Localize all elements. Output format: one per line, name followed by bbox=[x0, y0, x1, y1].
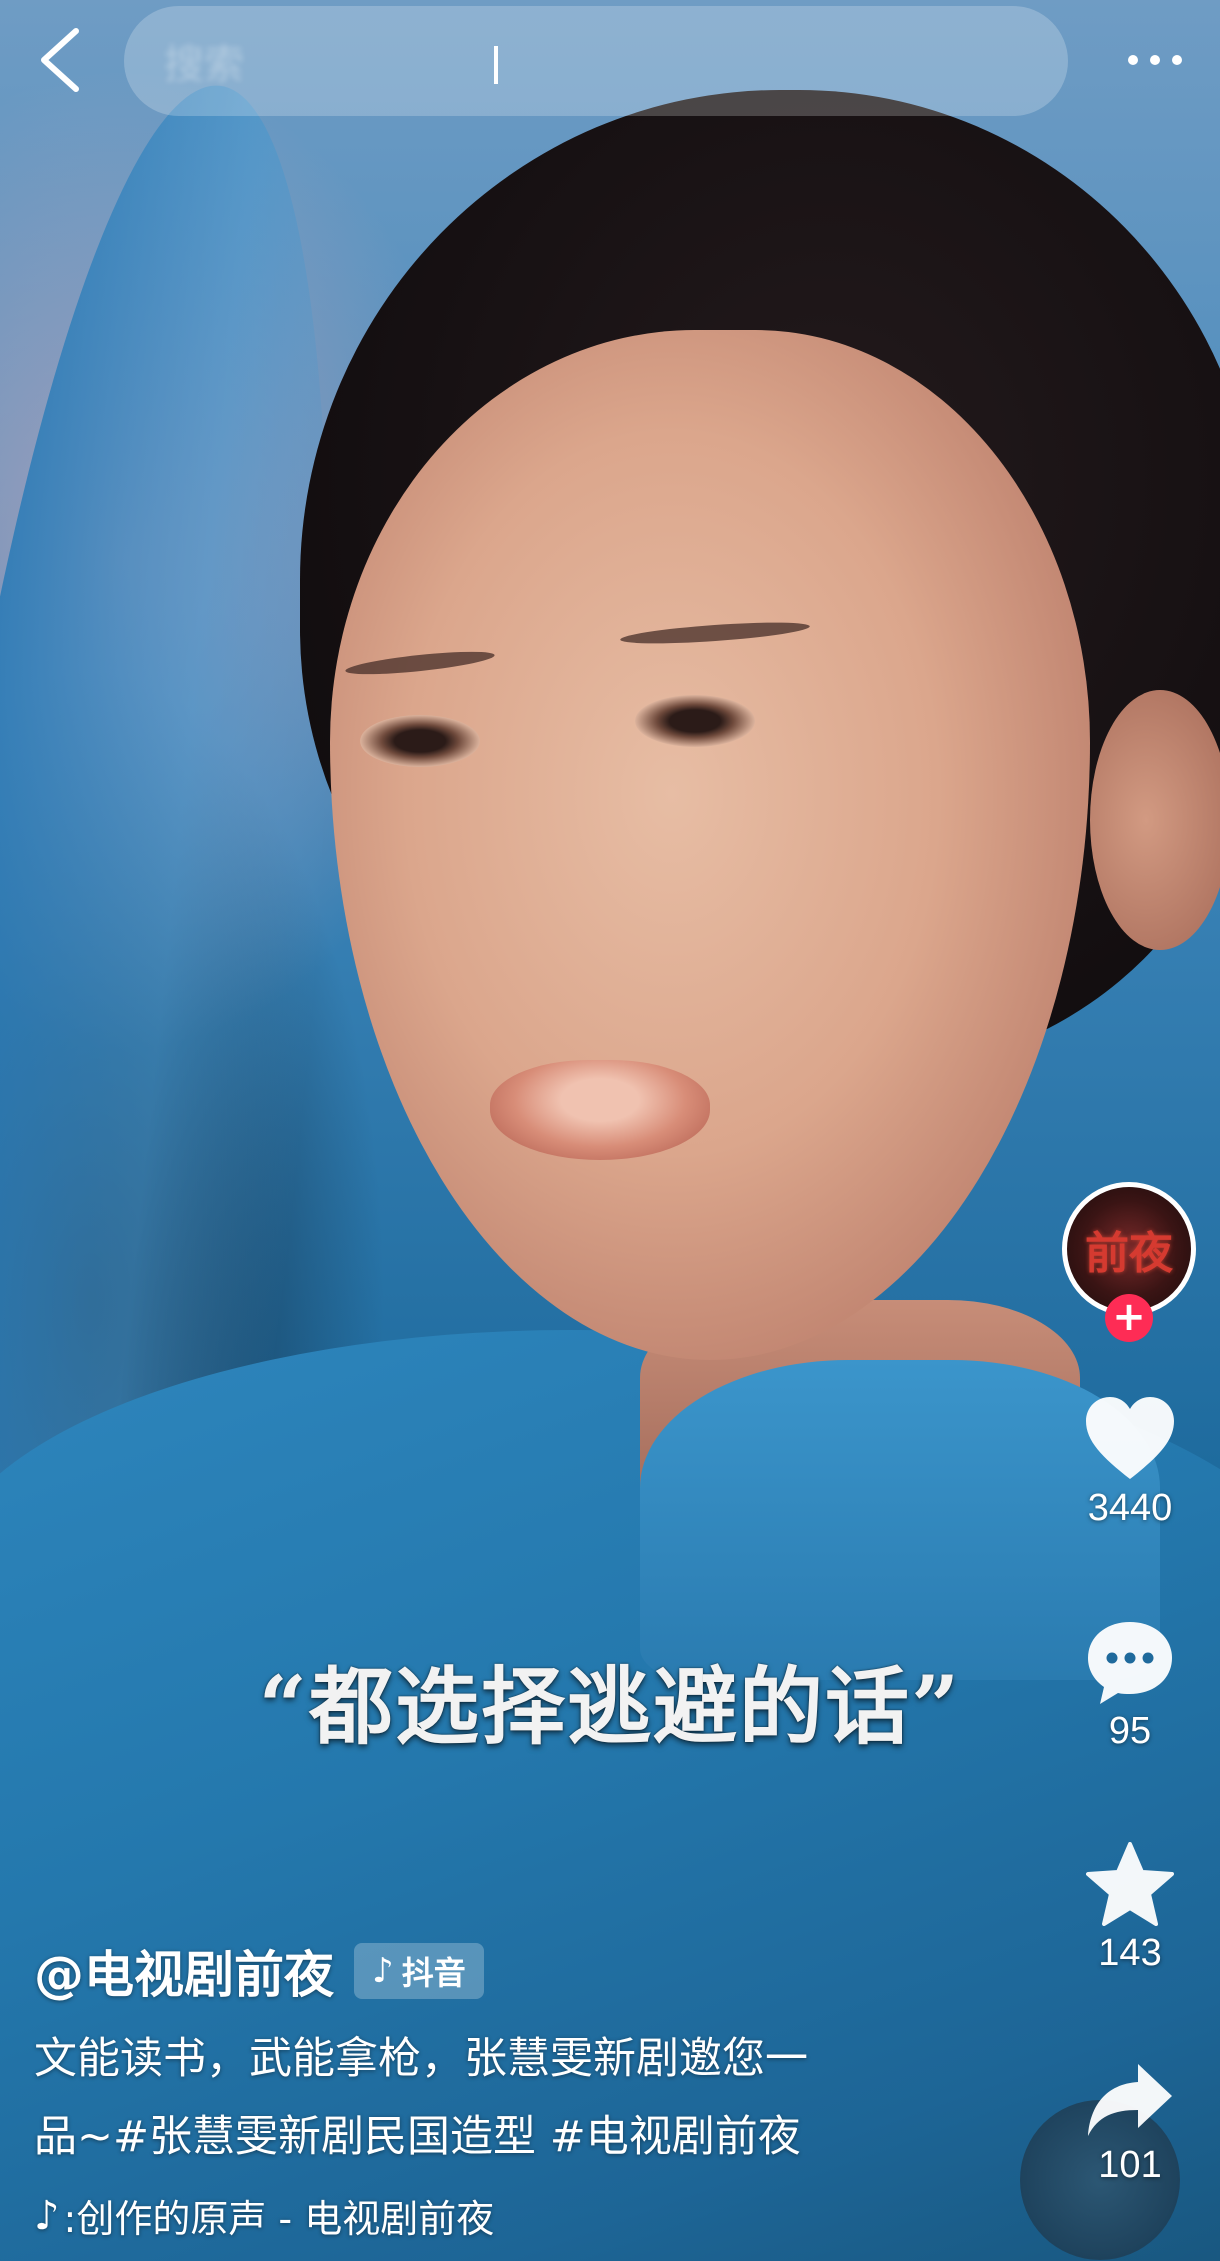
video-subtitle: “都选择逃避的话” bbox=[258, 1657, 962, 1756]
search-placeholder: 搜索 bbox=[164, 42, 244, 88]
favorite-count: 143 bbox=[1098, 1932, 1162, 1974]
plus-icon: + bbox=[1112, 1294, 1146, 1340]
video-caption[interactable]: 文能读书，武能拿枪，张慧雯新剧邀您一 品~#张慧雯新剧民国造型 #电视剧前夜 bbox=[34, 2020, 934, 2176]
caption-line: 品~#张慧雯新剧民国造型 #电视剧前夜 bbox=[34, 2112, 801, 2162]
back-button[interactable] bbox=[20, 20, 100, 100]
left-eye bbox=[360, 715, 480, 767]
video-screen[interactable]: “都选择逃避的话” 搜索 前夜 + 3440 95 143 101 @电视剧前夜… bbox=[0, 0, 1220, 2261]
author-row: @电视剧前夜 ♪ 抖音 bbox=[34, 1935, 484, 2007]
platform-label: 抖音 bbox=[401, 1954, 466, 1992]
like-button[interactable]: 3440 bbox=[1060, 1395, 1200, 1530]
share-count: 101 bbox=[1098, 2144, 1162, 2186]
face bbox=[330, 330, 1090, 1360]
comment-bubble-icon bbox=[1088, 1622, 1172, 1704]
star-icon bbox=[1086, 1842, 1174, 1926]
music-info[interactable]: ♪ :创作的原声 - 电视剧前夜 bbox=[34, 2188, 494, 2243]
chevron-left-icon bbox=[41, 28, 79, 92]
more-button[interactable] bbox=[1120, 30, 1190, 90]
caption-line: 文能读书，武能拿枪，张慧雯新剧邀您一 bbox=[34, 2034, 808, 2084]
right-eye bbox=[635, 695, 755, 747]
author-handle[interactable]: @电视剧前夜 bbox=[34, 1935, 334, 2007]
video-frame[interactable] bbox=[0, 0, 1220, 2261]
follow-button[interactable]: + bbox=[1105, 1294, 1153, 1342]
comment-button[interactable]: 95 bbox=[1060, 1618, 1200, 1753]
music-note-icon: ♪ bbox=[34, 2192, 60, 2239]
share-arrow-icon bbox=[1088, 2064, 1172, 2136]
music-note-icon: ♪ bbox=[372, 1951, 394, 1991]
platform-badge: ♪ 抖音 bbox=[354, 1943, 484, 1999]
lips bbox=[490, 1060, 710, 1160]
share-button[interactable]: 101 bbox=[1060, 2060, 1200, 2187]
comment-count: 95 bbox=[1108, 1710, 1152, 1752]
like-count: 3440 bbox=[1087, 1487, 1173, 1529]
top-bar: 搜索 bbox=[0, 0, 1220, 120]
search-input[interactable]: 搜索 bbox=[124, 6, 1068, 116]
music-title: :创作的原声 - 电视剧前夜 bbox=[63, 2197, 495, 2241]
author-avatar-button[interactable]: 前夜 + bbox=[1062, 1182, 1196, 1342]
ear bbox=[1090, 690, 1220, 950]
favorite-button[interactable]: 143 bbox=[1060, 1840, 1200, 1975]
heart-icon bbox=[1086, 1397, 1174, 1479]
text-caret bbox=[494, 46, 498, 84]
avatar-logo-text: 前夜 bbox=[1085, 1228, 1173, 1279]
more-dots-icon bbox=[1128, 55, 1182, 65]
